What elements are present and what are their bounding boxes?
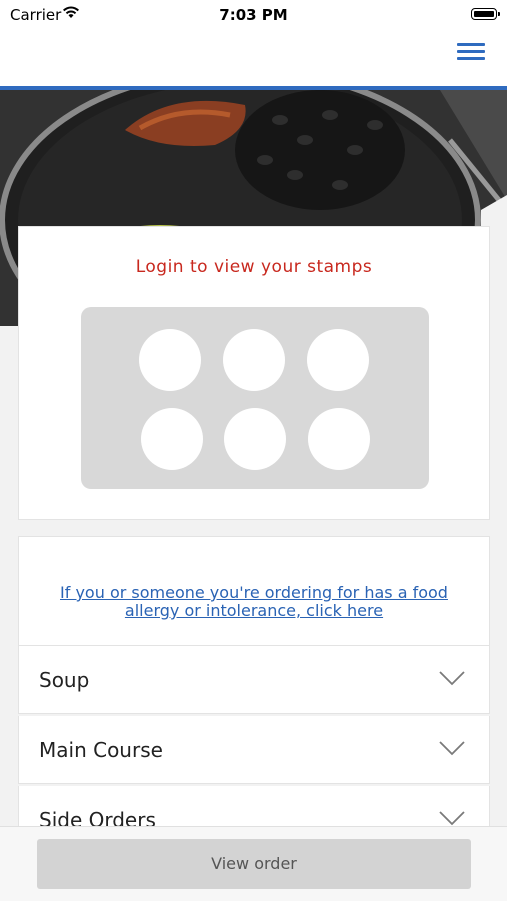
stamp-board xyxy=(81,307,429,489)
chevron-down-icon xyxy=(439,811,465,826)
menu-section-main-course[interactable]: Main Course xyxy=(18,716,490,784)
menu-section-soup[interactable]: Soup xyxy=(18,646,490,714)
view-order-button[interactable]: View order xyxy=(37,839,471,889)
nav-bar xyxy=(0,30,507,90)
menu-section-label: Soup xyxy=(39,668,90,692)
stamp-slot xyxy=(141,408,203,470)
stamp-login-prompt[interactable]: Login to view your stamps xyxy=(19,257,489,277)
stamp-slot xyxy=(307,329,369,391)
footer-bar: View order xyxy=(0,826,507,901)
stamp-slot xyxy=(139,329,201,391)
menu-section-label: Main Course xyxy=(39,738,163,762)
status-bar: Carrier 7:03 PM xyxy=(0,0,507,30)
stamp-card[interactable]: Login to view your stamps xyxy=(18,226,490,520)
chevron-down-icon xyxy=(439,741,465,756)
allergy-card: If you or someone you're ordering for ha… xyxy=(18,536,490,646)
stamp-slot xyxy=(224,408,286,470)
chevron-down-icon xyxy=(439,671,465,686)
hamburger-menu-icon[interactable] xyxy=(457,40,485,64)
stamp-slot xyxy=(308,408,370,470)
battery-icon xyxy=(471,8,500,20)
clock-time: 7:03 PM xyxy=(219,6,288,24)
allergy-info-link[interactable]: If you or someone you're ordering for ha… xyxy=(43,584,465,620)
stamp-slot xyxy=(223,329,285,391)
